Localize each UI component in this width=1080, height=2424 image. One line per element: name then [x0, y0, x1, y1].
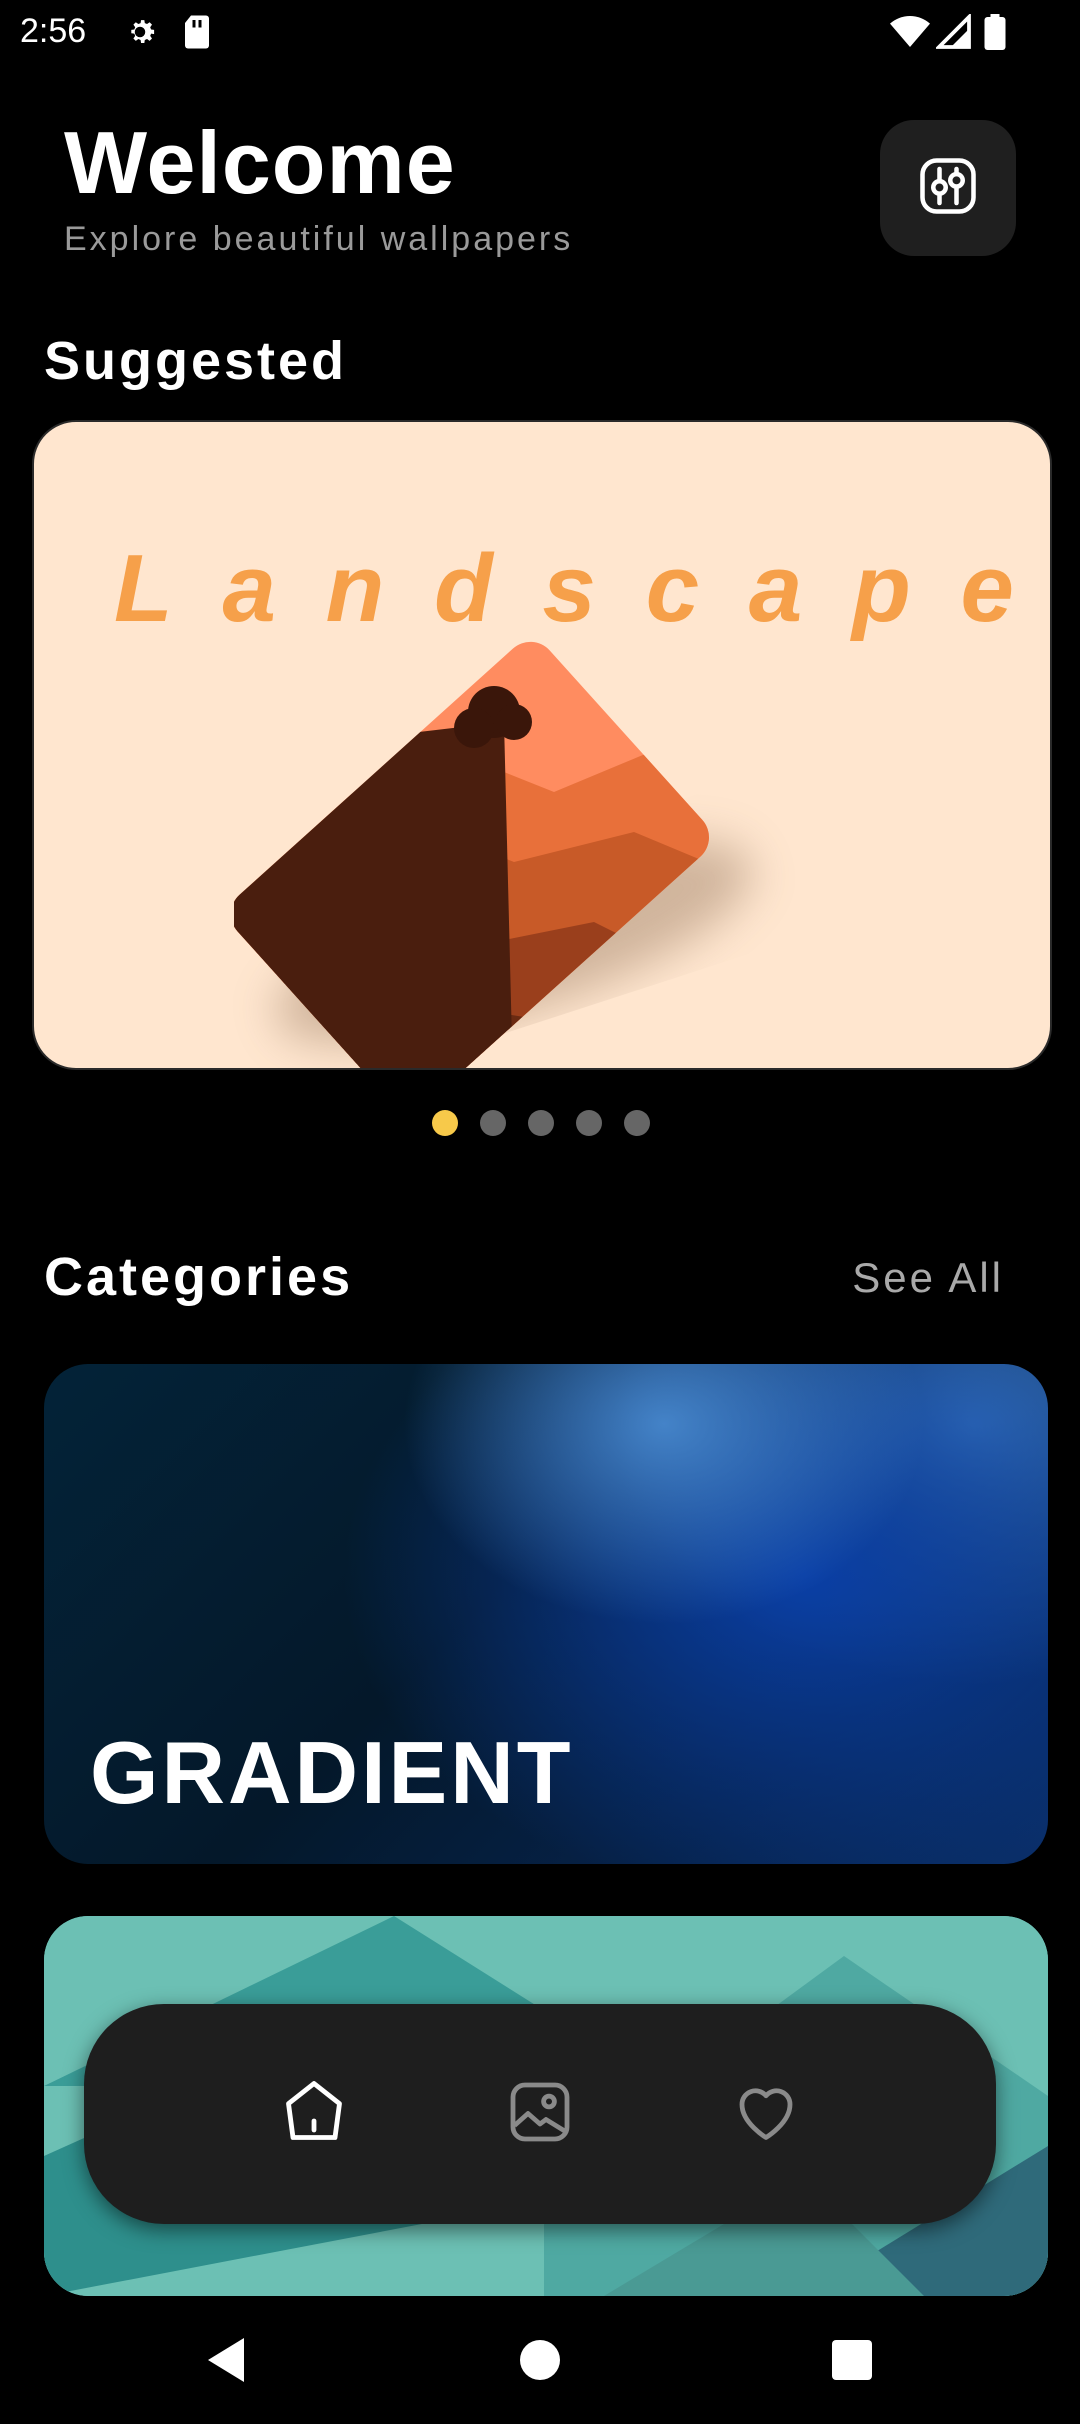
- back-icon: [204, 2336, 248, 2389]
- categories-heading: Categories: [44, 1247, 354, 1307]
- sd-card-icon: [182, 14, 212, 55]
- category-label: GRADIENT: [90, 1723, 574, 1822]
- home-button[interactable]: [510, 2332, 570, 2392]
- nav-favorites[interactable]: [714, 2062, 818, 2166]
- bottom-nav-bar: [84, 2004, 996, 2224]
- heart-icon: [730, 2076, 802, 2153]
- gear-icon: [122, 14, 158, 55]
- image-icon: [504, 2076, 576, 2153]
- signal-icon: [934, 12, 972, 55]
- carousel-dot[interactable]: [624, 1110, 650, 1136]
- status-time: 2:56: [20, 12, 87, 50]
- page-title: Welcome: [64, 113, 456, 212]
- carousel-dot[interactable]: [528, 1110, 554, 1136]
- category-card-gradient[interactable]: GRADIENT: [44, 1364, 1048, 1864]
- nav-wallpapers[interactable]: [488, 2062, 592, 2166]
- system-navigation-bar: [0, 2300, 1080, 2424]
- suggested-wallpaper-card[interactable]: L a n d s c a p e: [32, 420, 1052, 1070]
- recents-icon: [832, 2339, 872, 2385]
- home-icon: [278, 2076, 350, 2153]
- carousel-dot-active[interactable]: [432, 1110, 458, 1136]
- sliders-icon: [914, 152, 982, 225]
- filter-button[interactable]: [880, 120, 1016, 256]
- see-all-link[interactable]: See All: [852, 1254, 1004, 1302]
- wifi-icon: [890, 14, 930, 55]
- suggested-heading: Suggested: [44, 331, 348, 391]
- nav-home[interactable]: [262, 2062, 366, 2166]
- back-button[interactable]: [196, 2332, 256, 2392]
- carousel-indicator: [432, 1110, 650, 1136]
- recents-button[interactable]: [822, 2332, 882, 2392]
- carousel-dot[interactable]: [480, 1110, 506, 1136]
- battery-icon: [984, 14, 1006, 55]
- home-circle-icon: [520, 2339, 560, 2385]
- page-subtitle: Explore beautiful wallpapers: [64, 220, 574, 258]
- status-bar: 2:56: [0, 0, 1080, 66]
- landscape-phone-illustration: [234, 631, 753, 1068]
- carousel-dot[interactable]: [576, 1110, 602, 1136]
